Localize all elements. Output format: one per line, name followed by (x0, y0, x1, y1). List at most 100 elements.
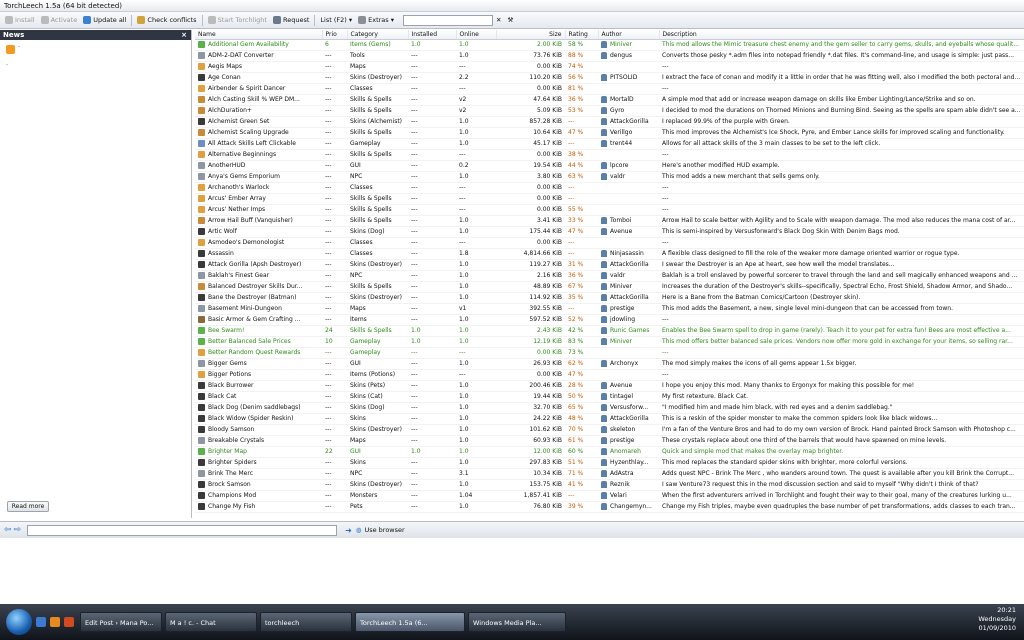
table-row[interactable]: Age Conan --- Skins (Destroyer) --- 2.2 110.2… (195, 72, 1024, 84)
cell-size: 45.17 KiB (496, 138, 565, 150)
cell-name-text: Black Widow (Spider Reskin) (208, 415, 294, 422)
media-icon[interactable] (64, 617, 74, 627)
table-row[interactable]: Alternative Beginnings --- Skills & Spells… (195, 149, 1024, 161)
table-row[interactable]: Black Widow (Spider Reskin) --- Skins --- 1.… (195, 413, 1024, 425)
table-row[interactable]: Alchemist Green Set --- Skins (Alchemist) -… (195, 116, 1024, 128)
table-row[interactable]: Better Balanced Sale Prices 10 Gameplay 1.0… (195, 336, 1024, 348)
clock[interactable]: 20:21 Wednesday 01/09/2010 (978, 606, 1016, 633)
update-all-button[interactable]: Update all (80, 14, 129, 27)
url-input[interactable] (27, 524, 338, 536)
table-row[interactable]: Bloody Samson --- Skins (Destroyer) --- 1.0 1… (195, 424, 1024, 436)
author-icon (601, 41, 607, 48)
table-row[interactable]: Breakable Crystals --- Maps --- 1.0 60.93 KiB… (195, 435, 1024, 447)
table-row[interactable]: Black Cat --- Skins (Cat) --- 1.0 19.44 KiB 50… (195, 391, 1024, 403)
back-icon[interactable]: ⇦ (4, 525, 12, 535)
cell-category-text: Skins (Dog) (350, 404, 385, 411)
cell-prio-text: --- (325, 382, 332, 389)
col-category[interactable]: Category (347, 30, 409, 40)
cell-installed: --- (408, 105, 456, 117)
install-button[interactable]: Install (2, 14, 38, 27)
firefox-icon[interactable] (50, 617, 60, 627)
table-row[interactable]: Brighter Spiders --- Skins --- 1.0 297.83 KiB… (195, 457, 1024, 469)
table-row[interactable]: Attack Gorilla (Apsh Destroyer) --- Skins … (195, 259, 1024, 271)
table-row[interactable]: Baklah's Finest Gear --- NPC --- 1.0 2.16 KiB… (195, 270, 1024, 282)
col-online[interactable]: Online (456, 30, 497, 40)
table-row[interactable]: Aegis Maps --- Maps --- --- 0.00 KiB 74 % --- (195, 61, 1024, 73)
cell-installed: 1.0 (408, 39, 456, 51)
mod-icon (198, 239, 205, 246)
start-torchlight-button[interactable]: Start Torchlight (205, 14, 270, 27)
table-row[interactable]: Basement Mini-Dungeon --- Maps --- v1 392.55 … (195, 303, 1024, 315)
table-row[interactable]: Black Dog (Denim saddlebags) --- Skins (Do… (195, 402, 1024, 414)
table-row[interactable]: Balanced Destroyer Skills Dur... --- Skill… (195, 281, 1024, 293)
table-row[interactable]: AnotherHUD --- GUI --- 0.2 19.54 KiB 44 % lpcor… (195, 160, 1024, 172)
table-row[interactable]: Assassin --- Classes --- 1.8 4,814.66 KiB --- N… (195, 248, 1024, 260)
close-news-icon[interactable]: × (181, 30, 187, 40)
table-row[interactable]: Bee Swarm! 24 Skills & Spells 1.0 1.0 2.43 Ki… (195, 325, 1024, 337)
col-size[interactable]: Size (496, 30, 566, 40)
table-row[interactable]: Archanoth's Warlock --- Classes --- --- 0.00 … (195, 182, 1024, 194)
table-row[interactable]: Artic Wolf --- Skins (Dog) --- 1.0 175.44 KiB… (195, 226, 1024, 238)
task-torchleech-folder[interactable]: torchleech (260, 612, 352, 632)
table-row[interactable]: Arcus' Ember Array --- Skills & Spells --- -… (195, 193, 1024, 205)
mod-icon (198, 206, 205, 213)
activate-button[interactable]: Activate (38, 14, 81, 27)
col-rating[interactable]: Rating (565, 30, 599, 40)
table-row[interactable]: Anya's Gems Emporium --- NPC --- 1.0 3.80 KiB… (195, 171, 1024, 183)
table-row[interactable]: Alch Casting Skill % WEP DM... --- Skills … (195, 94, 1024, 106)
table-row[interactable]: Arrow Hail Buff (Vanquisher) --- Skills & … (195, 215, 1024, 227)
extras-dropdown[interactable]: Extras ▾ (355, 14, 397, 27)
table-row[interactable]: Black Burrower --- Skins (Pets) --- 1.0 200.4… (195, 380, 1024, 392)
cell-online-text: 1.0 (459, 393, 469, 400)
cell-category: Items (Gems) (347, 39, 408, 51)
table-row[interactable]: Airbender & Spirit Dancer --- Classes --- --… (195, 83, 1024, 95)
table-row[interactable]: AlchDuration+ --- Skills & Spells --- v2 5.09… (195, 105, 1024, 117)
table-row[interactable]: Champions Mod --- Monsters --- 1.04 1,857.41 … (195, 490, 1024, 502)
check-conflicts-button[interactable]: Check conflicts (134, 14, 199, 27)
table-row[interactable]: Bigger Gems --- GUI --- 1.0 26.93 KiB 62 % Arch… (195, 358, 1024, 370)
cell-rating-text: 60 % (568, 448, 584, 455)
table-row[interactable]: Brock Samson --- Skins (Destroyer) --- 1.0 15… (195, 479, 1024, 491)
cell-prio-text: --- (325, 140, 332, 147)
list-dropdown[interactable]: List (F2) ▾ (317, 14, 355, 27)
read-more-button[interactable]: Read more (7, 501, 49, 512)
table-row[interactable]: Alchemist Scaling Upgrade --- Skills & Spe… (195, 127, 1024, 139)
table-row[interactable]: Additional Gem Availability 6 Items (Gems)… (195, 39, 1024, 51)
col-prio[interactable]: Prio (322, 30, 348, 40)
task-chat[interactable]: M a ! c. - Chat (165, 612, 257, 632)
table-row[interactable]: Change My Fish --- Pets --- 1.0 76.80 KiB 39 %… (195, 501, 1024, 513)
cell-name: Black Widow (Spider Reskin) (195, 413, 322, 425)
col-name[interactable]: Name (195, 30, 323, 40)
forward-icon[interactable]: ⇨ (14, 525, 22, 535)
search-input[interactable] (403, 14, 493, 26)
cell-author-text: Changemyn... (610, 503, 652, 510)
col-description[interactable]: Description (659, 30, 1024, 40)
cell-author: Ninjasassin (598, 248, 659, 260)
go-icon[interactable]: ➜ (345, 526, 352, 535)
desktop-icon[interactable] (36, 617, 46, 627)
table-row[interactable]: Bigger Potions --- Items (Potions) --- --- 0.… (195, 369, 1024, 381)
table-row[interactable]: Brighter Map 22 GUI 1.0 1.0 12.00 KiB 60 % Anom… (195, 446, 1024, 458)
table-row[interactable]: All Attack Skills Left Clickable --- Gamep… (195, 138, 1024, 150)
clear-search-icon[interactable]: ✕ (493, 14, 504, 27)
col-installed[interactable]: Installed (408, 30, 457, 40)
request-button[interactable]: Request (270, 14, 312, 27)
table-row[interactable]: Brink The Merc --- NPC --- 3.1 10.34 KiB 71 % A… (195, 468, 1024, 480)
cell-name-text: AnotherHUD (208, 162, 246, 169)
filter-icon[interactable]: ⚒ (504, 14, 516, 27)
table-row[interactable]: Basic Armor & Gem Crafting ... --- Items --… (195, 314, 1024, 326)
table-row[interactable]: Bane the Destroyer (Batman) --- Skins (Des… (195, 292, 1024, 304)
author-icon (601, 316, 607, 323)
cell-rating-text: --- (568, 239, 575, 246)
table-row[interactable]: Arcus' Nether Imps --- Skills & Spells --- -… (195, 204, 1024, 216)
rss-icon[interactable] (6, 45, 15, 54)
table-row[interactable]: Asmodeo's Demonologist --- Classes --- --- 0.… (195, 237, 1024, 249)
task-media-player[interactable]: Windows Media Pla... (468, 612, 566, 632)
col-author[interactable]: Author (598, 30, 660, 40)
table-row[interactable]: ADM-2-DAT Converter --- Tools --- 1.0 73.76 K… (195, 50, 1024, 62)
start-button[interactable] (6, 609, 32, 635)
use-browser-label[interactable]: Use browser (364, 526, 404, 534)
task-edit-post[interactable]: Edit Post › Mana Po... (80, 612, 162, 632)
table-row[interactable]: Better Random Quest Rewards --- Gameplay --… (195, 347, 1024, 359)
task-torchleech[interactable]: TorchLeech 1.5a (6... (355, 612, 465, 632)
